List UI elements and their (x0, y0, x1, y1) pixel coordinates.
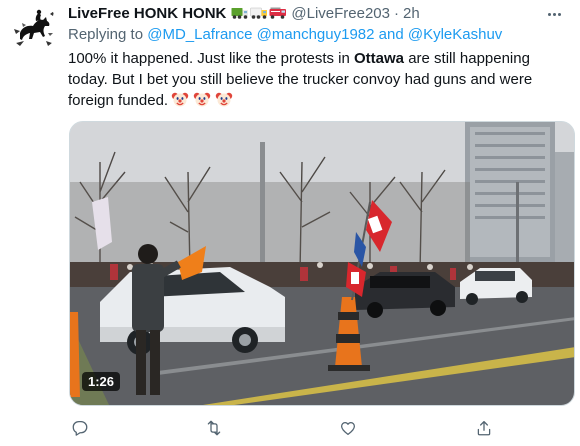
truck-emoji-icon (250, 7, 268, 19)
tweet-text-part1: 100% it happened. Just like the protests… (68, 50, 355, 67)
tweet-actions (68, 416, 508, 440)
retweet-button[interactable] (202, 416, 226, 440)
video-thumbnail (70, 122, 574, 405)
like-icon (340, 421, 356, 436)
truck-emoji-icon (231, 8, 249, 19)
mention-link[interactable]: @KyleKashuv (408, 26, 502, 43)
reply-button[interactable] (68, 416, 92, 440)
mention-link[interactable]: @manchguy1982 (257, 26, 375, 43)
separator-dot: · (394, 4, 399, 22)
video-duration-badge: 1:26 (82, 372, 121, 391)
retweet-icon (207, 420, 221, 436)
like-button[interactable] (336, 416, 360, 440)
clown-face-emoji-icon (193, 92, 211, 107)
clown-face-emoji-icon (171, 92, 189, 107)
horse-rider-avatar-icon (10, 3, 58, 51)
tweet-text: 100% it happened. Just like the protests… (68, 48, 568, 111)
tweet-header: LiveFree HONK HONK @LiveFree203 · 2h (68, 3, 420, 23)
share-icon (477, 420, 491, 436)
name-emojis (231, 6, 287, 20)
mention-link[interactable]: @MD_Lafrance (147, 26, 252, 43)
avatar[interactable] (10, 3, 58, 51)
share-button[interactable] (472, 416, 496, 440)
replying-to: Replying to @MD_Lafrance @manchguy1982 a… (68, 26, 502, 43)
author-display-name[interactable]: LiveFree HONK HONK (68, 5, 226, 22)
tweet-text-bold: Ottawa (354, 50, 405, 67)
clown-face-emoji-icon (215, 92, 233, 107)
replying-to-conjunction[interactable]: and (379, 26, 404, 43)
reply-icon (72, 420, 88, 436)
tweet-time[interactable]: 2h (403, 5, 420, 22)
fire-engine-emoji-icon (269, 7, 287, 19)
replying-to-prefix: Replying to (68, 26, 144, 43)
author-handle[interactable]: @LiveFree203 (291, 5, 390, 22)
more-options-icon[interactable] (540, 4, 568, 24)
tweet[interactable]: LiveFree HONK HONK @LiveFree203 · 2h Rep… (0, 0, 580, 446)
video-player[interactable]: 1:26 (69, 121, 575, 406)
clown-emojis (171, 90, 233, 108)
